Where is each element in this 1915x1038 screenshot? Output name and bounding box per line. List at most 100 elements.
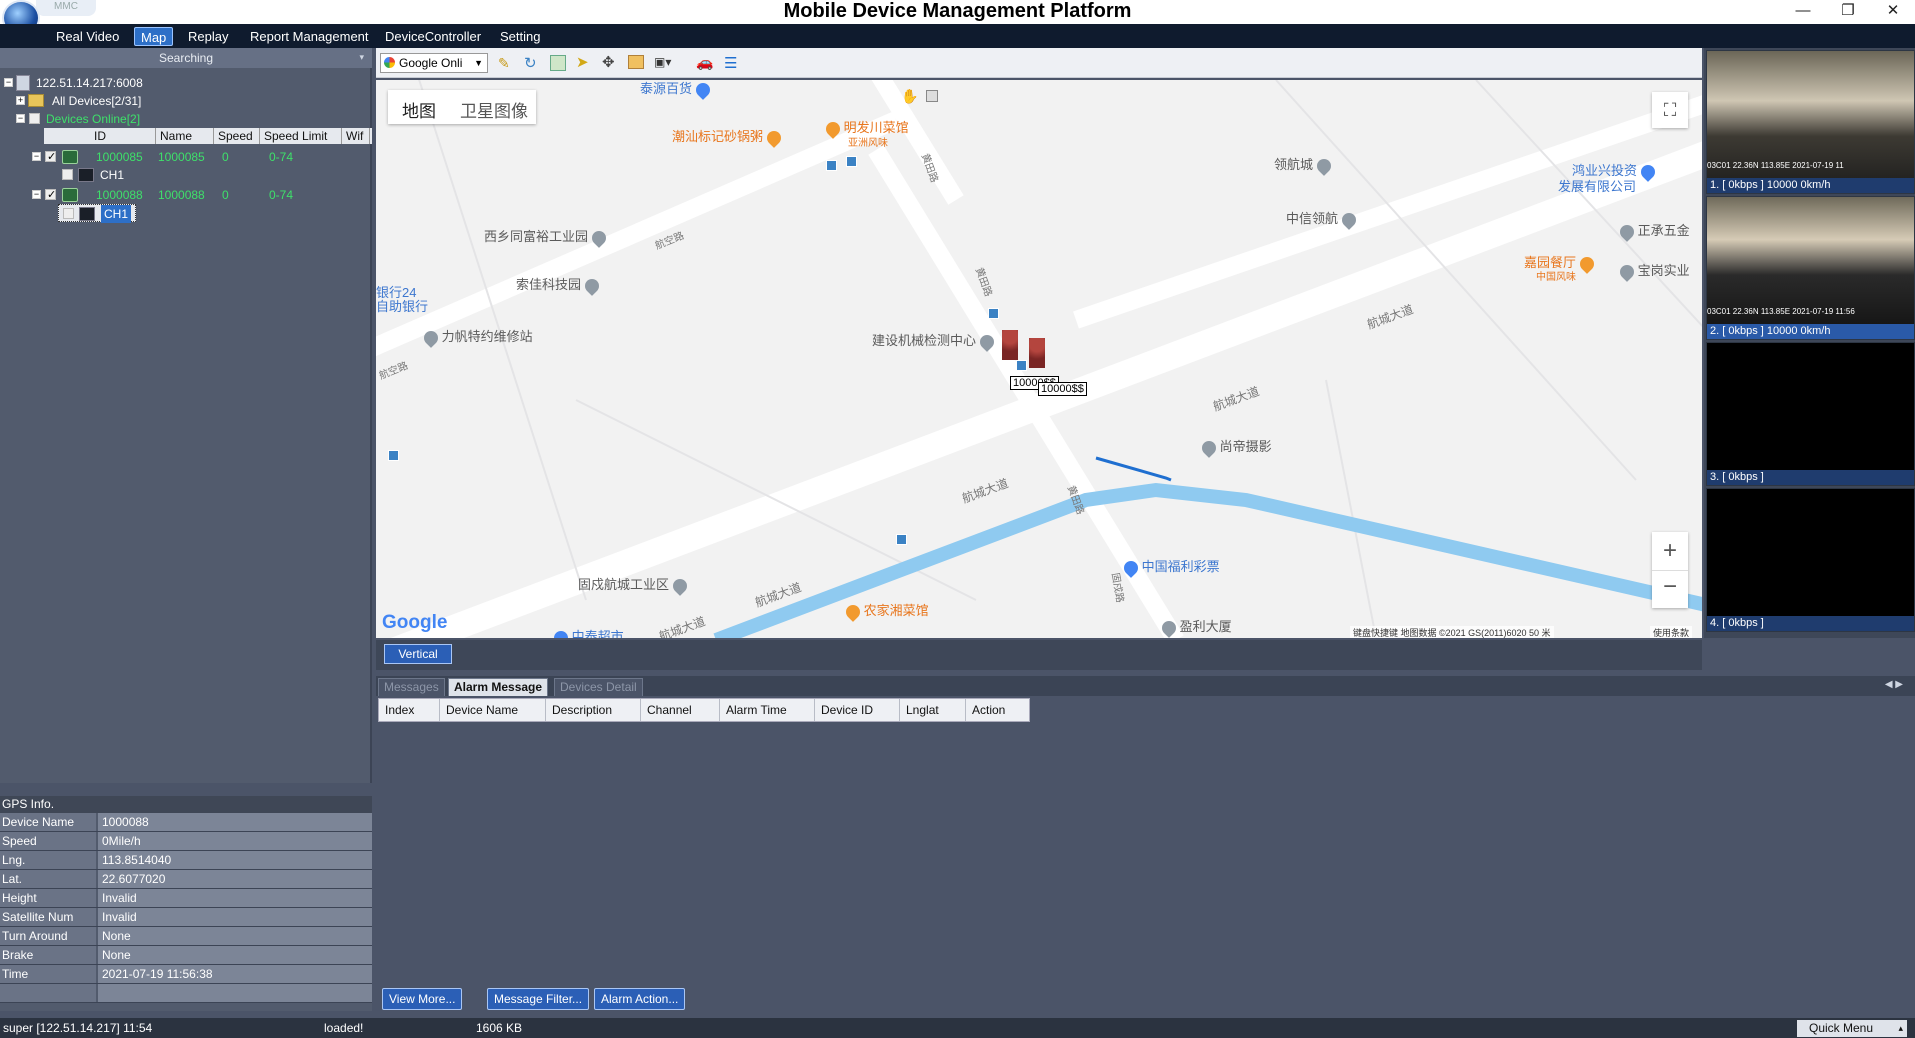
bus-stop-icon[interactable]: [846, 156, 857, 167]
collapse-icon[interactable]: −: [4, 78, 13, 87]
poi[interactable]: 正承五金: [1617, 220, 1690, 242]
device-checkbox[interactable]: [45, 148, 56, 166]
col-index[interactable]: Index: [379, 699, 440, 721]
bus-stop-icon[interactable]: [1016, 360, 1027, 371]
col-description[interactable]: Description: [546, 699, 641, 721]
zoom-in-button[interactable]: +: [1652, 532, 1688, 570]
vehicle-marker[interactable]: [1029, 338, 1045, 368]
poi[interactable]: 领航城: [1274, 154, 1334, 176]
poi-subtitle: 中国风味: [1536, 272, 1576, 283]
poi[interactable]: 盈利大厦: [1159, 616, 1232, 638]
poi[interactable]: 索佳科技园: [516, 274, 602, 296]
tab-messages[interactable]: Messages: [378, 678, 445, 696]
zoom-out-button[interactable]: −: [1652, 570, 1688, 608]
move-icon[interactable]: ✥: [602, 53, 618, 71]
device-row[interactable]: − 1000088 1000088 0 0-74: [32, 186, 372, 204]
poi[interactable]: 尚帝摄影: [1199, 436, 1272, 458]
camera-view-3[interactable]: 3. [ 0kbps ]: [1706, 342, 1915, 486]
col-speed[interactable]: Speed: [214, 128, 260, 144]
collapse-icon[interactable]: ▾: [359, 52, 364, 63]
map-type-map-tab[interactable]: 地图: [402, 97, 436, 122]
poi[interactable]: 固戍航城工业区: [578, 574, 690, 596]
tab-scroll-icon[interactable]: ◀ ▶: [1885, 679, 1903, 690]
close-button[interactable]: ✕: [1871, 0, 1915, 22]
flag-icon[interactable]: ➤: [576, 53, 592, 71]
poi[interactable]: 中泰超市: [551, 626, 624, 638]
channel-checkbox[interactable]: [63, 208, 74, 219]
poi[interactable]: 建设机械检测中心: [872, 330, 997, 352]
map-provider-value: Google Onli: [399, 56, 463, 70]
message-filter-button[interactable]: Message Filter...: [487, 988, 590, 1010]
col-speed-limit[interactable]: Speed Limit: [260, 128, 342, 144]
bus-stop-icon[interactable]: [988, 308, 999, 319]
tab-devices-detail[interactable]: Devices Detail: [554, 678, 643, 696]
col-device-id[interactable]: Device ID: [815, 699, 900, 721]
tab-alarm-message[interactable]: Alarm Message: [448, 678, 549, 696]
col-lnglat[interactable]: Lnglat: [900, 699, 966, 721]
screen-dropdown-icon[interactable]: ▣▾: [654, 55, 682, 69]
alarm-action-button[interactable]: Alarm Action...: [594, 988, 686, 1010]
poi[interactable]: 农家湘菜馆: [843, 600, 929, 622]
camera-view-4[interactable]: 4. [ 0kbps ]: [1706, 488, 1915, 632]
col-channel[interactable]: Channel: [641, 699, 720, 721]
collapse-icon[interactable]: −: [32, 190, 41, 199]
map-provider-select[interactable]: Google Onli ▼: [380, 53, 488, 73]
vertical-button[interactable]: Vertical: [384, 644, 452, 664]
camera-label: 4. [ 0kbps ]: [1707, 616, 1914, 631]
col-alarm-time[interactable]: Alarm Time: [720, 699, 815, 721]
bus-stop-icon[interactable]: [826, 160, 837, 171]
col-wifi[interactable]: Wif: [342, 128, 370, 144]
view-more-button[interactable]: View More...: [382, 988, 463, 1010]
bus-stop-icon[interactable]: [388, 450, 399, 461]
restore-button[interactable]: ❐: [1826, 0, 1870, 22]
poi[interactable]: 潮汕标记砂锅粥: [672, 126, 784, 148]
col-name[interactable]: Name: [156, 128, 214, 144]
gps-key: Lng.: [0, 851, 96, 869]
camera-view-2[interactable]: 03C01 22.36N 113.85E 2021-07-19 11:56 2.…: [1706, 196, 1915, 340]
menu-real-video[interactable]: Real Video: [50, 27, 125, 46]
menu-setting[interactable]: Setting: [494, 27, 546, 46]
col-id[interactable]: ID: [90, 128, 156, 144]
menu-map[interactable]: Map: [134, 27, 174, 46]
poi[interactable]: 西乡同富裕工业园: [484, 226, 609, 248]
search-bar[interactable]: Searching: [0, 48, 372, 68]
poi[interactable]: 泰源百货: [640, 80, 713, 100]
map-type-satellite-tab[interactable]: 卫星图像: [460, 97, 528, 122]
devices-online-checkbox[interactable]: [29, 113, 40, 124]
expand-icon[interactable]: +: [16, 96, 25, 105]
menu-report-management[interactable]: Report Management: [244, 27, 375, 46]
device-checkbox[interactable]: [45, 186, 56, 204]
stop-icon[interactable]: [926, 90, 938, 102]
col-device-name[interactable]: Device Name: [440, 699, 546, 721]
channel-row-selected[interactable]: CH1: [58, 204, 136, 223]
poi[interactable]: 力帆特约维修站: [421, 326, 533, 348]
pan-hand-icon[interactable]: ✋: [901, 88, 918, 105]
minimize-button[interactable]: —: [1781, 0, 1825, 22]
bus-stop-icon[interactable]: [896, 534, 907, 545]
menu-replay[interactable]: Replay: [182, 27, 234, 46]
menu-device-controller[interactable]: DeviceController: [379, 27, 487, 46]
map-zoom-icon[interactable]: [550, 55, 566, 71]
poi[interactable]: 中信领航: [1286, 208, 1359, 230]
col-action[interactable]: Action: [966, 699, 1029, 721]
poi[interactable]: 中国福利彩票: [1121, 556, 1220, 578]
quick-menu-button[interactable]: Quick Menu ▴: [1797, 1020, 1907, 1037]
channel-checkbox[interactable]: [62, 169, 73, 180]
map-canvas[interactable]: 地图 卫星图像 ✋ ⛶ + − 泰源百货 潮汕标记砂锅粥 明发川菜馆 亚洲风味 …: [376, 80, 1702, 638]
map-terms-link[interactable]: 使用条款: [1650, 626, 1693, 638]
vehicle-marker[interactable]: [1002, 330, 1018, 360]
layer-icon[interactable]: [628, 55, 644, 69]
collapse-icon[interactable]: −: [32, 152, 41, 161]
gps-value: 2021-07-19 11:56:38: [98, 965, 372, 983]
gps-row-lat: Lat. 22.6077020: [0, 870, 372, 889]
refresh-icon[interactable]: ↻: [524, 54, 540, 72]
menu-bar: Real Video Map Replay Report Management …: [0, 24, 1915, 48]
camera-view-1[interactable]: 03C01 22.36N 113.85E 2021-07-19 11 1. [ …: [1706, 50, 1915, 194]
vehicle-icon[interactable]: 🚗: [696, 54, 714, 70]
collapse-icon[interactable]: −: [16, 114, 25, 123]
poi[interactable]: 宝岗实业: [1617, 260, 1690, 282]
brush-icon[interactable]: ✎: [498, 55, 514, 71]
fullscreen-icon[interactable]: ⛶: [1652, 92, 1688, 128]
device-row[interactable]: − 1000085 1000085 0 0-74: [32, 148, 372, 166]
list-icon[interactable]: ☰: [724, 54, 742, 72]
